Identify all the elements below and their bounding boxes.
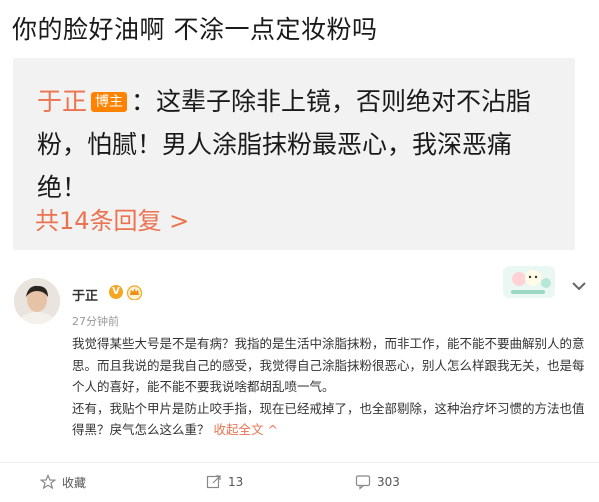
reply-text: 于正 博主 ：这辈子除非上镜，否则绝对不沾脂粉，怕腻！男人涂脂抹粉最恶心，我深恶痛绝… bbox=[37, 80, 557, 209]
repost-count: 13 bbox=[228, 475, 244, 489]
star-icon bbox=[40, 474, 56, 490]
repost-button[interactable]: 13 bbox=[206, 470, 243, 494]
divider bbox=[0, 462, 599, 463]
repost-icon bbox=[206, 475, 221, 489]
post-timestamp: 27分钟前 bbox=[72, 315, 119, 328]
comment-button[interactable]: 303 bbox=[355, 470, 400, 494]
reply-box[interactable]: 于正 博主 ：这辈子除非上镜，否则绝对不沾脂粉，怕腻！男人涂脂抹粉最恶心，我深恶痛绝… bbox=[13, 58, 575, 250]
sticker-icon bbox=[503, 266, 555, 298]
post-body: 我觉得某些大号是不是有病？我指的是生活中涂脂抹粉，而非工作，能不能不要曲解别人的… bbox=[72, 333, 592, 441]
v-verified-icon: V bbox=[109, 285, 123, 299]
more-replies-link[interactable]: 共14条回复 > bbox=[35, 201, 189, 236]
collapse-link[interactable]: 收起全文 ^ bbox=[214, 422, 278, 437]
chevron-down-icon[interactable] bbox=[571, 280, 587, 292]
favorite-label: 收藏 bbox=[62, 475, 87, 490]
comment-icon bbox=[355, 475, 371, 490]
comment-count: 303 bbox=[377, 475, 400, 489]
avatar[interactable] bbox=[14, 278, 60, 324]
blogger-badge: 博主 bbox=[91, 92, 128, 112]
post-paragraph-1: 我觉得某些大号是不是有病？我指的是生活中涂脂抹粉，而非工作，能不能不要曲解别人的… bbox=[72, 336, 585, 394]
post-paragraph-2: 还有，我贴个甲片是防止咬手指，现在已经戒掉了，也全部剔除，这种治疗坏习惯的方法也… bbox=[72, 400, 585, 438]
top-comment: 你的脸好油啊 不涂一点定妆粉吗 bbox=[12, 15, 378, 44]
post-username[interactable]: 于正 bbox=[72, 285, 98, 304]
crown-badge-icon bbox=[126, 285, 143, 300]
favorite-button[interactable]: 收藏 bbox=[40, 470, 86, 494]
reply-username[interactable]: 于正 bbox=[37, 87, 87, 116]
